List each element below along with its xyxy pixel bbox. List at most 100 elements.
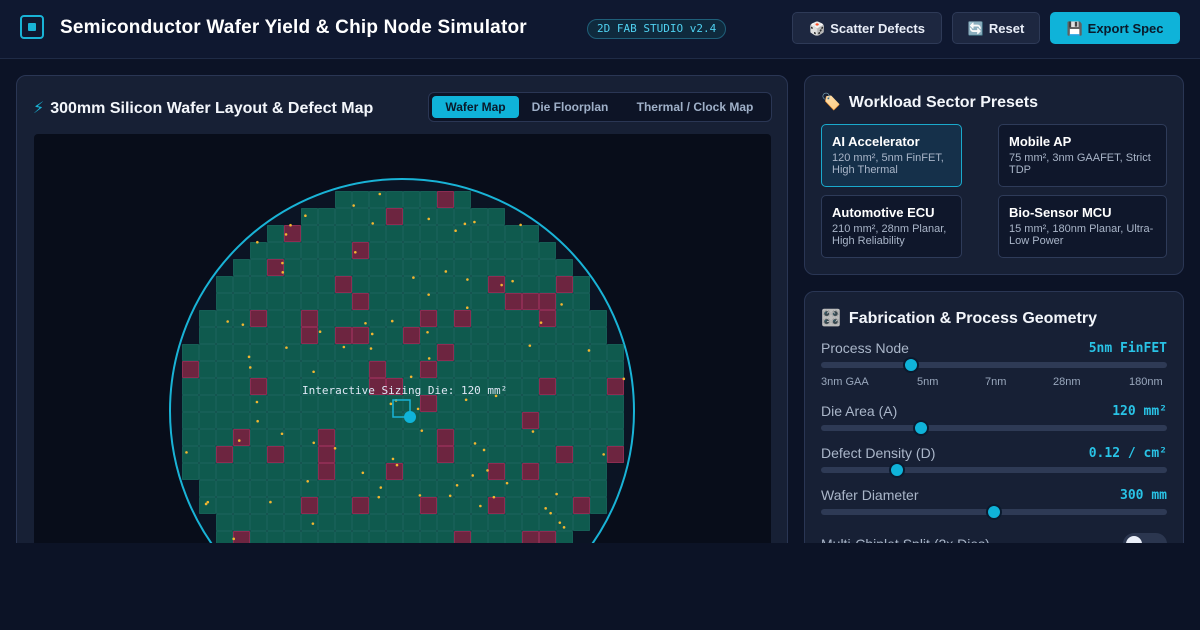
defect-point xyxy=(354,250,357,254)
process-node-slider[interactable] xyxy=(821,357,1167,373)
good-die xyxy=(505,310,522,327)
defect-point xyxy=(237,439,241,442)
defect-point xyxy=(342,345,346,349)
good-die xyxy=(352,463,369,480)
tab-wafer-map[interactable]: Wafer Map xyxy=(432,96,519,118)
good-die xyxy=(369,395,386,412)
good-die xyxy=(250,242,267,259)
die-area-slider[interactable] xyxy=(821,420,1167,436)
good-die xyxy=(488,429,505,446)
good-die xyxy=(386,259,403,276)
good-die xyxy=(216,497,233,514)
good-die xyxy=(318,361,335,378)
good-die xyxy=(403,497,420,514)
preset-mobile-ap[interactable]: Mobile AP 75 mm², 3nm GAAFET, Strict TDP xyxy=(998,124,1167,187)
defect-point xyxy=(473,442,477,445)
good-die xyxy=(573,514,590,531)
tab-die-floorplan[interactable]: Die Floorplan xyxy=(521,96,619,118)
good-die xyxy=(471,225,488,242)
good-die xyxy=(182,429,199,446)
reset-button[interactable]: 🔄 Reset xyxy=(952,12,1040,44)
die-area-slider-thumb[interactable] xyxy=(913,420,930,436)
good-die xyxy=(437,293,454,310)
defect-point xyxy=(482,448,486,452)
good-die xyxy=(335,361,352,378)
preset-bio-sensor-mcu[interactable]: Bio-Sensor MCU 15 mm², 180nm Planar, Ult… xyxy=(998,195,1167,258)
good-die xyxy=(437,395,454,412)
defective-die xyxy=(267,446,284,463)
good-die xyxy=(369,480,386,497)
defective-die xyxy=(318,429,335,446)
good-die xyxy=(216,327,233,344)
defect-point xyxy=(306,480,310,483)
defect-point xyxy=(204,502,208,506)
defective-die xyxy=(420,361,437,378)
good-die xyxy=(454,208,471,225)
export-spec-button[interactable]: 💾 Export Spec xyxy=(1050,12,1180,44)
defect-point xyxy=(364,321,367,325)
good-die xyxy=(437,480,454,497)
defective-die xyxy=(250,378,267,395)
good-die xyxy=(301,208,318,225)
defect-point xyxy=(622,377,626,381)
good-die xyxy=(267,293,284,310)
good-die xyxy=(216,395,233,412)
good-die xyxy=(556,378,573,395)
defect-density-slider[interactable] xyxy=(821,462,1167,478)
good-die xyxy=(607,344,624,361)
good-die xyxy=(488,293,505,310)
good-die xyxy=(284,446,301,463)
good-die xyxy=(199,497,216,514)
good-die xyxy=(539,327,556,344)
tab-thermal-clock-map[interactable]: Thermal / Clock Map xyxy=(621,96,769,118)
good-die xyxy=(318,395,335,412)
preset-ai-accelerator[interactable]: AI Accelerator 120 mm², 5nm FinFET, High… xyxy=(821,124,962,187)
good-die xyxy=(471,276,488,293)
good-die xyxy=(199,446,216,463)
defect-point xyxy=(479,504,482,508)
good-die xyxy=(539,395,556,412)
good-die xyxy=(335,225,352,242)
defect-point xyxy=(587,349,591,352)
wafer-panel-title: ⚡ 300mm Silicon Wafer Layout & Defect Map xyxy=(33,98,373,118)
presets-panel-title-text: Workload Sector Presets xyxy=(848,94,1039,111)
good-die xyxy=(369,412,386,429)
good-die xyxy=(454,429,471,446)
defect-density-slider-thumb[interactable] xyxy=(889,462,906,478)
good-die xyxy=(250,395,267,412)
good-die xyxy=(352,259,369,276)
preset-automotive-ecu[interactable]: Automotive ECU 210 mm², 28nm Planar, Hig… xyxy=(821,195,962,258)
good-die xyxy=(420,225,437,242)
good-die xyxy=(437,497,454,514)
good-die xyxy=(420,463,437,480)
wafer-map[interactable]: Interactive Sizing Die: 120 mm² xyxy=(34,134,771,554)
good-die xyxy=(199,429,216,446)
sizing-die-label: Interactive Sizing Die: 120 mm² xyxy=(302,384,507,397)
good-die xyxy=(318,310,335,327)
sizing-die-handle[interactable] xyxy=(404,411,416,423)
wafer-diameter-slider-thumb[interactable] xyxy=(986,504,1002,520)
process-node-slider-thumb[interactable] xyxy=(902,357,919,373)
good-die xyxy=(403,259,420,276)
good-die xyxy=(488,344,505,361)
good-die xyxy=(386,344,403,361)
good-die xyxy=(335,191,352,208)
good-die xyxy=(301,259,318,276)
good-die xyxy=(284,497,301,514)
good-die xyxy=(301,293,318,310)
wafer-diameter-slider[interactable] xyxy=(821,504,1167,520)
good-die xyxy=(522,259,539,276)
wafer-canvas[interactable]: Interactive Sizing Die: 120 mm² xyxy=(34,134,771,554)
good-die xyxy=(386,446,403,463)
good-die xyxy=(182,412,199,429)
good-die xyxy=(539,242,556,259)
good-die xyxy=(369,463,386,480)
good-die xyxy=(386,395,403,412)
good-die xyxy=(233,446,250,463)
good-die xyxy=(590,412,607,429)
page-background xyxy=(0,543,1200,630)
scatter-defects-button[interactable]: 🎲 Scatter Defects xyxy=(792,12,942,44)
good-die xyxy=(403,480,420,497)
good-die xyxy=(369,293,386,310)
good-die xyxy=(539,429,556,446)
